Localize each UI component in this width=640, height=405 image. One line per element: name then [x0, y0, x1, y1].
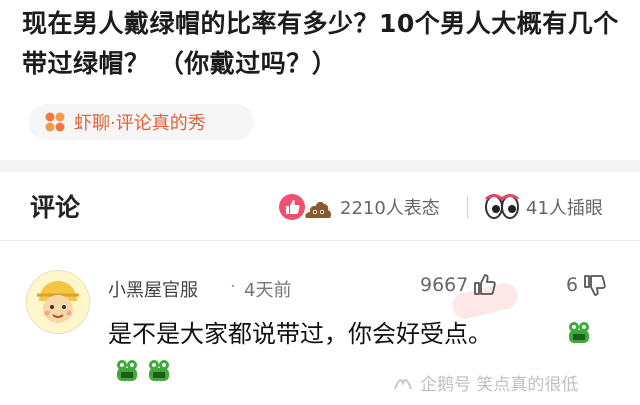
meta-separator: ·: [230, 276, 236, 297]
divider: [0, 160, 640, 172]
like-count: 9667: [420, 274, 469, 296]
peek-count: 41人插眼: [526, 198, 603, 219]
article-title: 现在男人戴绿帽的比率有多少？10个男人大概有几个带过绿帽？ （你戴过吗？）: [22, 9, 619, 78]
watermark: 企鹅号 笑点真的很低: [392, 370, 578, 395]
dislike-count: 6: [566, 274, 579, 296]
dislike-button[interactable]: 6: [566, 272, 608, 298]
reaction-count: 2210人表态: [340, 198, 440, 219]
monkey-avatar-icon: [27, 271, 89, 333]
thumb-down-outline-icon: [584, 275, 606, 296]
frog-emoji-icon: [117, 360, 137, 381]
watermark-text: 企鹅号 笑点真的很低: [420, 375, 579, 395]
comment-username[interactable]: 小黑屋官服: [108, 276, 198, 302]
like-button[interactable]: 9667: [420, 272, 498, 298]
comments-header: 评论 2210人表态 41人插眼: [0, 172, 640, 241]
reaction-separator: [467, 196, 468, 218]
thumb-up-outline-icon: [474, 274, 497, 295]
comments-title: 评论: [30, 193, 81, 222]
eyes-icon: [485, 194, 519, 219]
avatar[interactable]: [26, 270, 90, 334]
reaction-summary[interactable]: 2210人表态: [278, 192, 440, 222]
comment-text: 是不是大家都说带过，你会好受点。: [108, 320, 492, 348]
source-tag[interactable]: 虾聊·评论真的秀: [28, 104, 254, 140]
flower-icon: [45, 112, 65, 132]
comment-time: 4天前: [244, 280, 292, 301]
penguin-logo-icon: [394, 378, 412, 389]
frog-emoji-icon: [149, 360, 169, 381]
source-tag-label: 虾聊·评论真的秀: [74, 113, 206, 134]
frog-emoji-icon: [569, 322, 589, 343]
peek-summary[interactable]: 41人插眼: [484, 192, 603, 222]
poop-icon: [305, 201, 332, 218]
